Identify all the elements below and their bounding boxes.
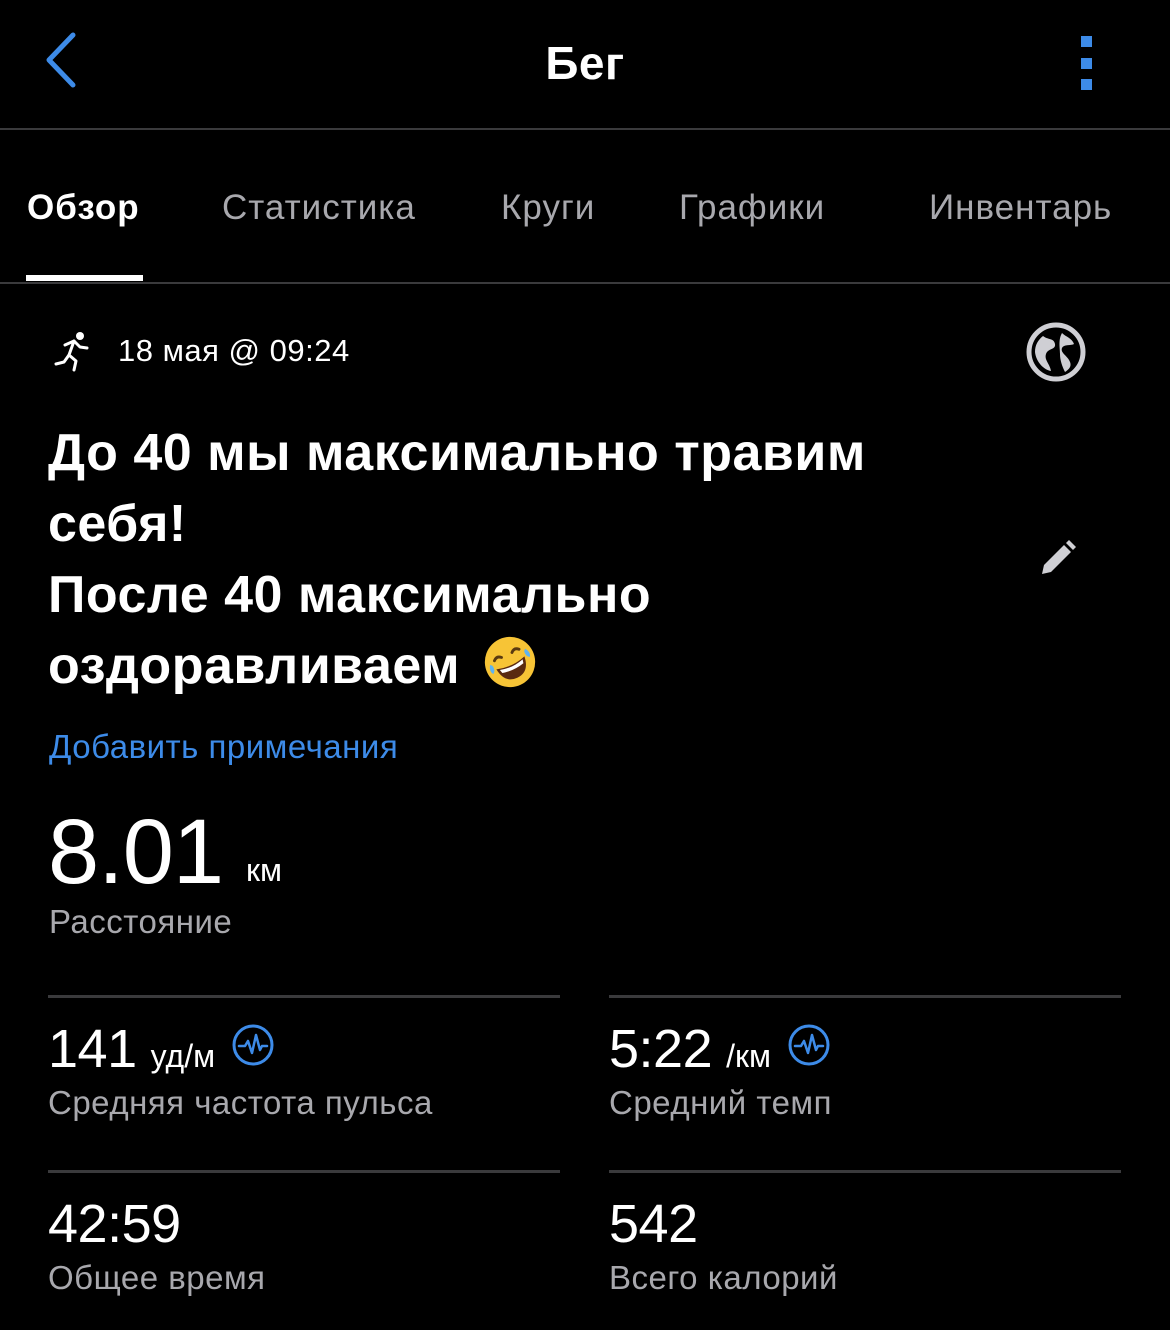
globe-icon <box>1026 322 1086 382</box>
top-nav-bar: Бег <box>0 0 1170 130</box>
activity-title-line: До 40 мы максимально травим <box>48 424 866 482</box>
edit-title-button[interactable] <box>1034 536 1080 582</box>
more-options-button[interactable] <box>1066 30 1106 96</box>
distance-label: Расстояние <box>49 903 233 940</box>
stat-total-calories[interactable]: 542 Всего калорий <box>609 1170 1121 1323</box>
pace-icon <box>788 1024 830 1066</box>
active-tab-indicator <box>26 275 143 281</box>
add-notes-link[interactable]: Добавить примечания <box>49 728 398 766</box>
activity-title: До 40 мы максимально травим себя! После … <box>48 418 988 702</box>
activity-datetime: 18 мая @ 09:24 <box>118 333 350 368</box>
dot <box>1080 79 1092 90</box>
activity-title-text: оздоравливаем <box>48 637 461 695</box>
page-title: Бег <box>545 37 625 89</box>
stat-unit: /км <box>726 1038 771 1074</box>
heart-rate-icon <box>232 1024 274 1066</box>
stat-value-row: 42:59 <box>48 1193 181 1255</box>
stat-total-time[interactable]: 42:59 Общее время <box>48 1170 560 1323</box>
stat-value: 42:59 <box>48 1194 181 1254</box>
stat-label: Средний темп <box>609 1084 832 1121</box>
stat-value-row: 141 уд/м <box>48 1018 275 1080</box>
distance-value: 8.01 <box>48 801 224 903</box>
stat-value: 5:22 <box>609 1019 713 1079</box>
stat-avg-pace[interactable]: 5:22 /км Средний темп <box>609 995 1121 1158</box>
stat-avg-heart-rate[interactable]: 141 уд/м Средняя частота пульса <box>48 995 560 1158</box>
stat-value-row: 5:22 /км <box>609 1018 831 1080</box>
stat-value-row: 542 <box>609 1193 698 1255</box>
stat-label: Общее время <box>48 1259 266 1296</box>
stat-label: Всего калорий <box>609 1259 838 1296</box>
running-icon <box>54 332 89 372</box>
privacy-button[interactable] <box>1024 320 1088 384</box>
activity-title-line: себя! <box>48 495 187 553</box>
tab-gear[interactable]: Инвентарь <box>929 188 1112 228</box>
stat-unit: уд/м <box>150 1038 216 1074</box>
rolling-on-floor-laughing-emoji-icon <box>484 636 536 688</box>
tab-overview[interactable]: Обзор <box>27 188 140 228</box>
tab-charts[interactable]: Графики <box>679 188 825 228</box>
stat-value: 542 <box>609 1194 698 1254</box>
pencil-icon <box>1042 540 1076 574</box>
tab-statistics[interactable]: Статистика <box>222 188 416 228</box>
activity-title-line: После 40 максимально <box>48 566 652 624</box>
stat-label: Средняя частота пульса <box>48 1084 433 1121</box>
stat-value: 141 <box>48 1019 137 1079</box>
dot <box>1080 36 1092 47</box>
tab-laps[interactable]: Круги <box>501 188 595 228</box>
activity-title-line-with-emoji: оздоравливаем <box>48 631 988 702</box>
distance-unit: км <box>246 852 282 888</box>
activity-meta: 18 мая @ 09:24 <box>50 326 350 376</box>
dot <box>1080 57 1092 69</box>
tab-bar: Обзор Статистика Круги Графики Инвентарь <box>0 132 1170 284</box>
